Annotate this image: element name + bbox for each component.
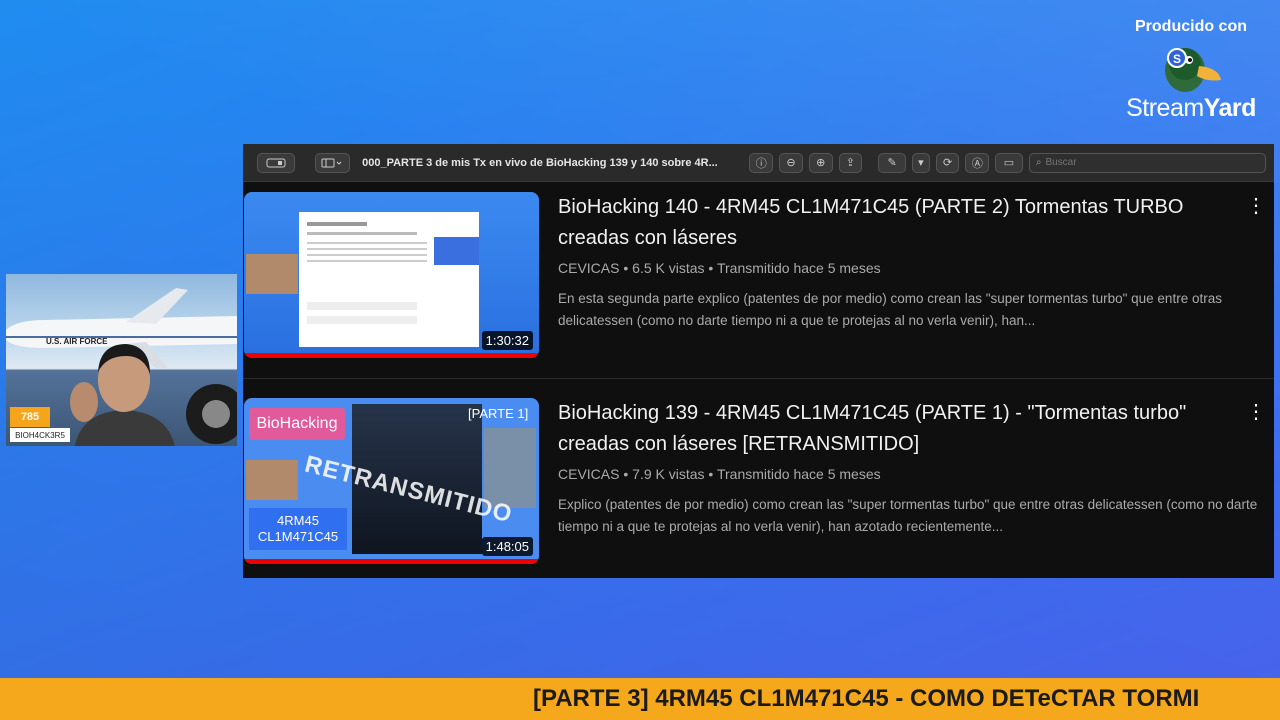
presenter-thumbnail-image (246, 254, 298, 294)
video-item[interactable]: BioHacking 4RM45 CL1M471C45 RETRANSMITID… (243, 398, 1274, 568)
video-stats: CEVICAS • 7.9 K vistas • Transmitido hac… (558, 466, 881, 482)
ticker-text: [PARTE 3] 4RM45 CL1M471C45 - COMO DETeCT… (533, 685, 1200, 712)
svg-text:S: S (1173, 52, 1181, 66)
info-button[interactable]: ⓘ (749, 152, 774, 173)
window-control-button[interactable] (257, 152, 295, 173)
upload-time: Transmitido hace 5 meses (716, 260, 881, 276)
pen-icon: ✎ (887, 157, 897, 169)
video-title[interactable]: BioHacking 139 - 4RM45 CL1M471C45 (PARTE… (558, 398, 1238, 460)
zoom-out-button[interactable]: ⊖ (779, 152, 803, 173)
form-fill-button[interactable]: ▭ (995, 152, 1023, 173)
username-label: BIOH4CK3R5 (10, 428, 70, 442)
watch-progress-bar (244, 353, 539, 358)
viewer-score-badge: 785 (10, 407, 50, 427)
produced-with-label: Producido con (1135, 18, 1247, 35)
markup-button[interactable]: ✎ (878, 152, 906, 173)
video-title[interactable]: BioHacking 140 - 4RM45 CL1M471C45 (PARTE… (558, 192, 1238, 254)
document-title: 000_PARTE 3 de mis Tx en vivo de BioHack… (362, 156, 718, 169)
streamyard-branding: Producido con S StreamYard (1116, 18, 1266, 123)
video-duration: 1:48:05 (481, 537, 533, 556)
ticker-banner: [PARTE 3] 4RM45 CL1M471C45 - COMO DETeCT… (0, 678, 1280, 720)
streamyard-wordmark: StreamYard (1126, 94, 1256, 122)
chevron-down-icon: ▾ (918, 157, 924, 169)
video-stats: CEVICAS • 6.5 K vistas • Transmitido hac… (558, 260, 881, 276)
search-field[interactable]: ⌕ (1028, 152, 1266, 173)
channel-name[interactable]: CEVICAS (558, 260, 619, 276)
window-icon (266, 158, 286, 167)
share-button[interactable]: ⇪ (838, 152, 863, 173)
video-description: En esta segunda parte explico (patentes … (558, 291, 1222, 328)
view-count: 6.5 K vistas (632, 260, 705, 276)
shared-screen-window: 000_PARTE 3 de mis Tx en vivo de BioHack… (243, 144, 1274, 578)
rotate-icon: ⟳ (942, 157, 953, 169)
zoom-in-button[interactable]: ⊕ (808, 152, 833, 173)
search-input[interactable] (1045, 157, 1246, 168)
thumbnail-part-label: [PARTE 1] (468, 406, 529, 421)
watch-progress-bar (244, 559, 539, 564)
more-options-icon[interactable]: ⋮ (1246, 402, 1266, 422)
info-icon: ⓘ (755, 157, 767, 170)
sidebar-toggle-button[interactable] (314, 152, 351, 173)
markup-dropdown-button[interactable]: ▾ (911, 152, 930, 173)
thumbnail-code-label: 4RM45 CL1M471C45 (249, 508, 347, 550)
video-thumbnail[interactable]: 1:30:32 (244, 192, 539, 358)
video-duration: 1:30:32 (481, 331, 533, 350)
annotate-icon: Ⓐ (971, 157, 983, 170)
share-icon: ⇪ (845, 157, 856, 169)
microphone-image (186, 384, 237, 444)
zoom-out-icon: ⊖ (786, 157, 796, 169)
zoom-in-icon: ⊕ (816, 157, 826, 169)
view-count: 7.9 K vistas (632, 466, 705, 482)
divider (243, 378, 1274, 379)
presenter-thumbnail-image (246, 460, 298, 500)
channel-name[interactable]: CEVICAS (558, 466, 619, 482)
video-meta: BioHacking 139 - 4RM45 CL1M471C45 (PARTE… (558, 398, 1258, 538)
video-description: Explico (patentes de por medio) como cre… (558, 497, 1258, 534)
streamyard-duck-icon: S (1155, 40, 1227, 94)
upload-time: Transmitido hace 5 meses (716, 466, 881, 482)
more-options-icon[interactable]: ⋮ (1246, 196, 1266, 216)
video-meta: BioHacking 140 - 4RM45 CL1M471C45 (PARTE… (558, 192, 1258, 332)
video-item[interactable]: 1:30:32 BioHacking 140 - 4RM45 CL1M471C4… (243, 192, 1274, 362)
annotate-button[interactable]: Ⓐ (965, 152, 990, 173)
webcam-feed: U.S. AIR FORCE 785 BIOH4CK3R5 (6, 274, 237, 446)
rotate-button[interactable]: ⟳ (935, 152, 960, 173)
video-thumbnail[interactable]: BioHacking 4RM45 CL1M471C45 RETRANSMITID… (244, 398, 539, 564)
presenter-image (70, 344, 175, 446)
document-preview-image (299, 212, 514, 347)
form-icon: ▭ (1003, 157, 1015, 169)
sidebar-icon (321, 158, 342, 167)
thumbnail-badge: BioHacking (249, 408, 345, 440)
preview-toolbar: 000_PARTE 3 de mis Tx en vivo de BioHack… (243, 144, 1274, 182)
search-icon: ⌕ (1035, 157, 1042, 168)
